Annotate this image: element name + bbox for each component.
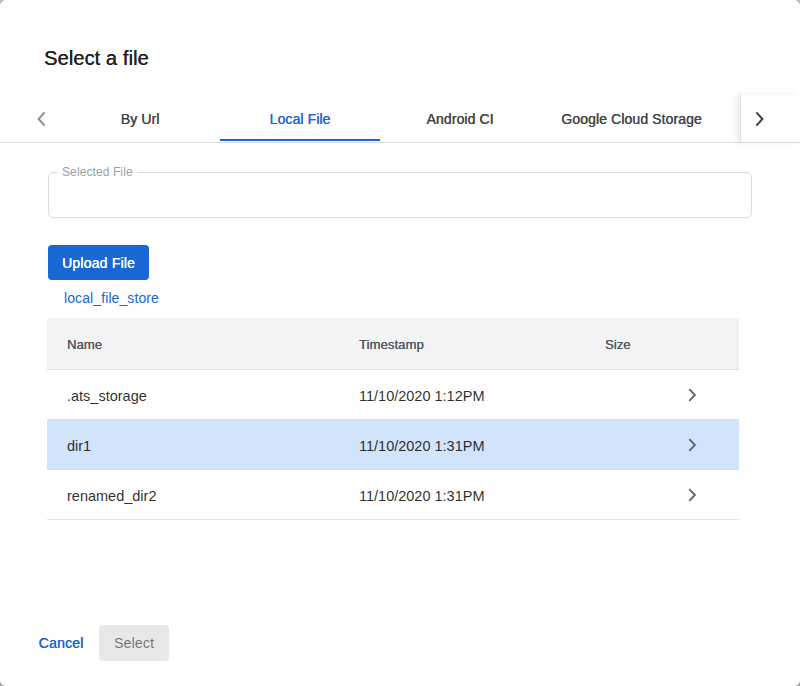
column-header-actions [645, 343, 739, 345]
file-table: Name Timestamp Size .ats_storage 11/10/2… [47, 318, 739, 520]
upload-file-button[interactable]: Upload File [48, 245, 149, 280]
dialog-title: Select a file [44, 46, 149, 70]
tab-google-cloud-storage[interactable]: Google Cloud Storage [540, 95, 723, 142]
chevron-right-icon [688, 438, 697, 452]
cell-timestamp: 11/10/2020 1:31PM [339, 436, 585, 454]
tab-by-url[interactable]: By Url [60, 95, 220, 142]
selected-file-input[interactable] [57, 174, 743, 216]
file-table-header: Name Timestamp Size [47, 318, 739, 370]
cell-name: renamed_dir2 [47, 486, 339, 504]
cell-timestamp: 11/10/2020 1:12PM [339, 386, 585, 404]
cell-name: dir1 [47, 436, 339, 454]
table-row-renamed-dir2[interactable]: renamed_dir2 11/10/2020 1:31PM [47, 470, 739, 520]
column-header-size: Size [585, 335, 645, 352]
cell-size [585, 394, 645, 396]
tab-label: Local File [270, 111, 331, 127]
open-directory-button[interactable] [645, 470, 739, 519]
cell-size [585, 444, 645, 446]
dialog-content: Select a file By Url Local File Android … [0, 0, 800, 686]
cancel-button-label: Cancel [39, 635, 84, 651]
tabs-paginate-right-button[interactable] [740, 95, 800, 142]
active-tab-ink-bar [220, 139, 380, 141]
column-header-name: Name [47, 335, 339, 352]
table-row-ats-storage[interactable]: .ats_storage 11/10/2020 1:12PM [47, 370, 739, 420]
tab-bar: By Url Local File Android CI Google Clou… [0, 95, 800, 143]
cancel-button[interactable]: Cancel [27, 625, 95, 661]
tab-label: Google Cloud Storage [561, 111, 702, 127]
tab-local-file[interactable]: Local File [220, 95, 380, 142]
tab-label: By Url [121, 111, 160, 127]
cell-name: .ats_storage [47, 386, 339, 404]
open-directory-button[interactable] [645, 370, 739, 419]
chevron-right-icon [755, 111, 764, 127]
upload-file-button-label: Upload File [62, 255, 135, 271]
tab-list: By Url Local File Android CI Google Clou… [60, 95, 723, 142]
tab-android-ci[interactable]: Android CI [380, 95, 540, 142]
chevron-right-icon [688, 488, 697, 502]
cell-timestamp: 11/10/2020 1:31PM [339, 486, 585, 504]
column-header-timestamp: Timestamp [339, 335, 585, 352]
tab-label: Android CI [426, 111, 493, 127]
chevron-left-icon [37, 111, 46, 127]
select-button[interactable]: Select [99, 625, 169, 661]
open-directory-button[interactable] [645, 420, 739, 469]
select-button-label: Select [114, 635, 154, 651]
table-row-dir1[interactable]: dir1 11/10/2020 1:31PM [47, 420, 739, 470]
selected-file-field: Selected File [48, 172, 752, 218]
select-file-dialog: Select a file By Url Local File Android … [0, 0, 800, 686]
local-file-store-link[interactable]: local_file_store [64, 291, 159, 305]
chevron-right-icon [688, 388, 697, 402]
cell-size [585, 494, 645, 496]
